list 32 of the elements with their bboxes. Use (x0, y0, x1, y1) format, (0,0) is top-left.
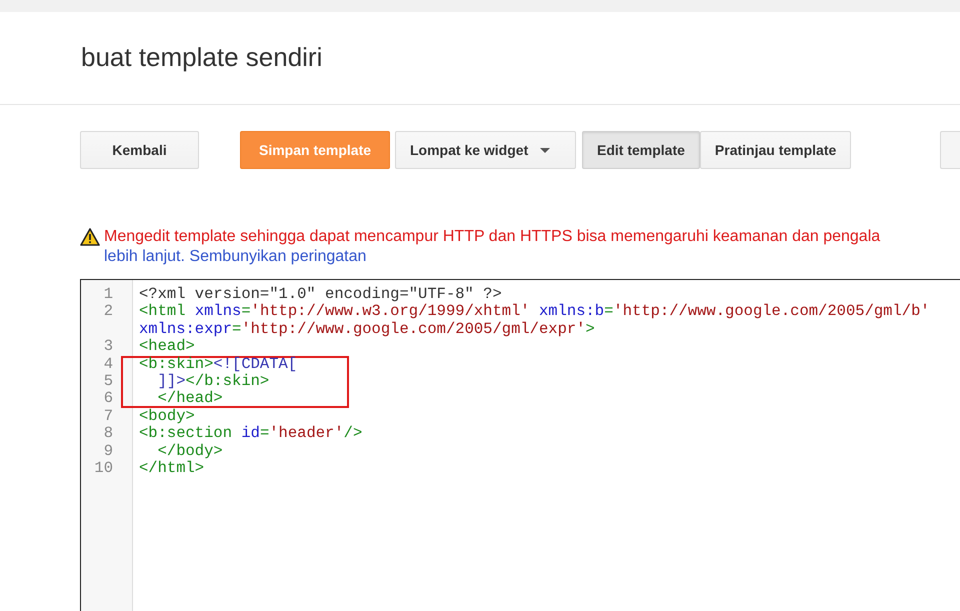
warning-text: lebih lanjut. (104, 248, 185, 265)
caret-icon (540, 148, 550, 152)
line-number: 5 (104, 372, 113, 390)
warning-text: Mengedit template sehingga dapat mencampur HTTP dan HTTPS bisa memengaruhi keamanan dan pengala (104, 227, 880, 247)
line-number: 4 (104, 354, 113, 373)
hide-warning-link[interactable]: Sembunyikan peringatan (189, 248, 366, 265)
code-line: </body> (156, 442, 223, 460)
warning-icon (80, 228, 100, 246)
code-line: <b:skin><![CDATA[ (139, 354, 298, 373)
line-number: 6 (104, 389, 113, 408)
line-number: 10 (94, 458, 113, 477)
code-line: <head> (139, 337, 195, 356)
code-line: xmlns:expr='http://www.google.com/2005/gml/expr'> (139, 320, 595, 338)
page-title: buat template sendiri (81, 42, 322, 74)
code-line: </head> (156, 389, 223, 408)
code-line: </html> (139, 458, 204, 477)
code-line: ]]></b:skin> (156, 372, 270, 390)
code-editor[interactable] (80, 279, 960, 611)
line-number: 3 (104, 337, 113, 356)
code-line: <html xmlns='http://www.w3.org/1999/xhtml' xmlns:b='http://www.google.com/2005/gml/b' (139, 302, 930, 320)
line-number: 2 (104, 302, 113, 320)
code-line: <b:section id='header'/> (139, 424, 362, 442)
back-button[interactable]: Kembali (80, 131, 199, 169)
line-number: 1 (104, 285, 113, 303)
mode-tab[interactable]: Edit template (582, 131, 700, 169)
code-line: <body> (139, 406, 195, 425)
mode-tab[interactable]: Pratinjau template (700, 131, 852, 169)
code-line: <?xml version="1.0" encoding="UTF-8" ?> (139, 285, 502, 303)
line-number: 9 (104, 442, 113, 460)
line-number: 7 (104, 406, 113, 425)
dropdown-button[interactable]: Lompat ke widget (395, 131, 576, 169)
line-number: 8 (104, 424, 113, 442)
